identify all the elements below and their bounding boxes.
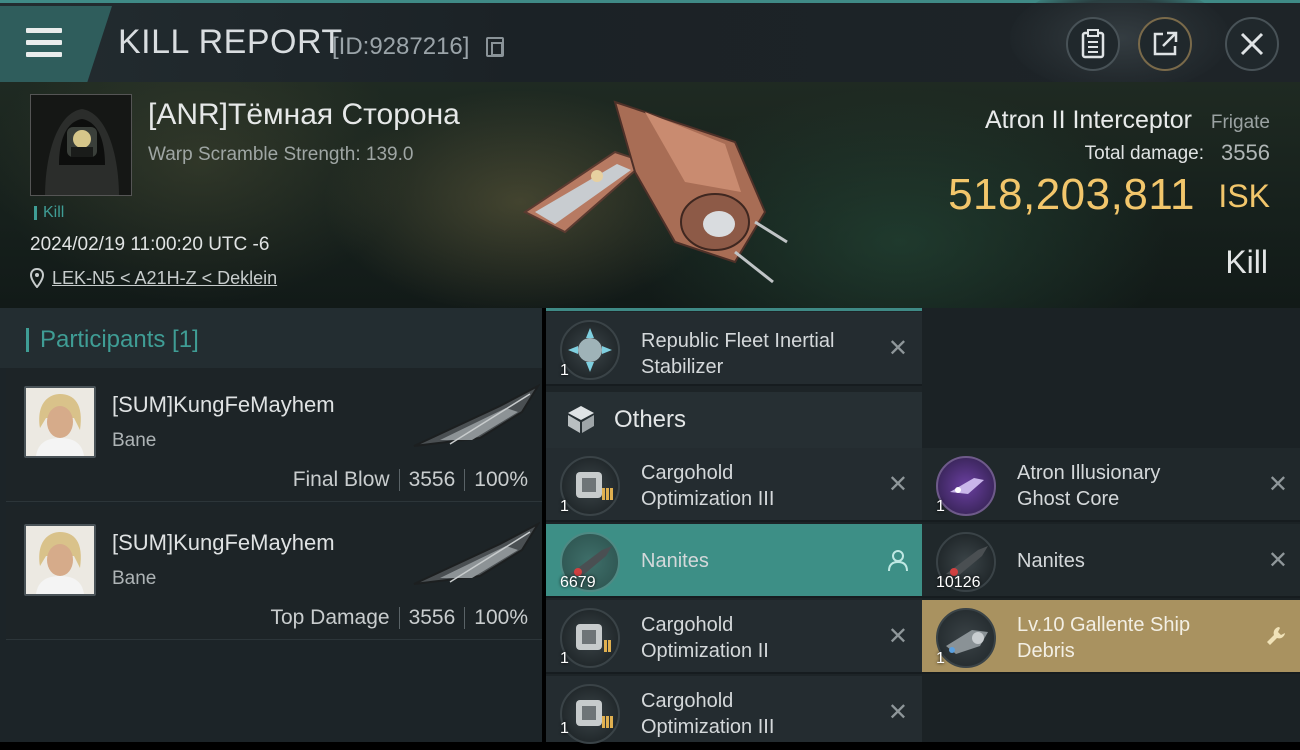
cargohold-optimization-icon [560, 608, 620, 668]
export-button[interactable] [1138, 17, 1192, 71]
victim-avatar[interactable] [30, 94, 132, 196]
item-quantity: 1 [560, 720, 569, 737]
total-damage-label: Total damage: [1084, 143, 1204, 164]
kill-result: Kill [1225, 244, 1268, 280]
item-quantity: 1 [936, 498, 945, 515]
destroyed-icon: ✕ [887, 623, 908, 650]
item-row[interactable]: 10126 Nanites ✕ [922, 524, 1300, 598]
kill-tag: Kill [34, 205, 64, 221]
item-quantity: 1 [560, 498, 569, 515]
participant-stats: Final Blow 3556 100% [293, 468, 528, 492]
page-title: KILL REPORT [118, 23, 343, 61]
destroyed-icon: ✕ [1267, 547, 1288, 574]
hooded-pilot-portrait [31, 95, 131, 195]
copy-id-icon[interactable] [486, 37, 504, 57]
item-quantity: 1 [560, 650, 569, 667]
participants-header-bar [26, 328, 29, 352]
item-name: Atron Illusionary Ghost Core [1017, 462, 1161, 510]
participants-panel: Participants [1] [SUM]KungFeMayhem Bane … [0, 308, 542, 742]
item-row-selected[interactable]: 6679 Nanites [546, 524, 922, 598]
participant-name[interactable]: [SUM]KungFeMayhem [112, 530, 335, 556]
item-name: Nanites [1017, 550, 1085, 572]
participant-avatar[interactable] [24, 386, 96, 458]
others-label: Others [614, 406, 687, 433]
location-pin-icon [30, 268, 44, 288]
destroyed-icon: ✕ [887, 471, 908, 498]
victim-name[interactable]: [ANR]Тёмная Сторона [148, 98, 460, 132]
person-icon [888, 550, 908, 572]
clipboard-button[interactable] [1066, 17, 1120, 71]
wrench-icon [1267, 627, 1285, 645]
item-name: Cargohold Optimization III [641, 690, 775, 738]
bane-ship-icon [413, 521, 540, 585]
destroyed-icon: ✕ [887, 335, 908, 362]
isk-unit: ISK [1218, 178, 1270, 214]
item-row-salvage[interactable]: 1 Lv.10 Gallente Ship Debris [922, 600, 1300, 674]
ship-class: Frigate [1210, 112, 1270, 133]
inertial-stabilizer-icon [560, 320, 620, 380]
total-damage-value: 3556 [1221, 140, 1270, 165]
close-icon [1240, 32, 1264, 56]
item-quantity: 10126 [936, 574, 981, 591]
participants-label: Participants [1] [40, 326, 199, 353]
participant-ship: Bane [112, 568, 157, 589]
participant-role: Final Blow [292, 468, 390, 491]
top-bar: KILL REPORT [ID:9287216] [0, 0, 1300, 93]
participant-row[interactable]: [SUM]KungFeMayhem Bane Top Damage 3556 100… [6, 506, 542, 640]
isk-value: 518,203,811 [948, 170, 1195, 219]
export-icon [1153, 31, 1178, 56]
menu-tab[interactable] [0, 6, 112, 82]
participant-ship: Bane [112, 430, 157, 451]
item-name: Cargohold Optimization III [641, 462, 775, 510]
participant-name[interactable]: [SUM]KungFeMayhem [112, 392, 335, 418]
item-row[interactable]: 1 Atron Illusionary Ghost Core ✕ [922, 448, 1300, 522]
participant-damage: 3556 [408, 606, 456, 629]
others-section-header: Others [546, 392, 922, 448]
participant-percent: 100% [474, 468, 528, 491]
participant-role: Top Damage [270, 606, 390, 629]
ship-render [523, 100, 788, 284]
cube-icon [568, 406, 594, 433]
menu-icon[interactable] [26, 28, 62, 58]
item-quantity: 1 [560, 362, 569, 379]
item-name: Republic Fleet Inertial Stabilizer [641, 330, 835, 378]
ship-name[interactable]: Atron II Interceptor [985, 106, 1192, 135]
blond-pilot-portrait [26, 526, 94, 594]
report-id: [ID:9287216] [332, 33, 470, 60]
kill-summary: [ANR]Тёмная Сторона Warp Scramble Streng… [0, 82, 1300, 308]
bane-ship-icon [413, 383, 540, 447]
item-row[interactable]: 1 Cargohold Optimization III ✕ [546, 676, 922, 744]
participant-percent: 100% [474, 606, 528, 629]
participant-damage: 3556 [408, 468, 456, 491]
item-row[interactable]: 1 Republic Fleet Inertial Stabilizer ✕ [546, 312, 922, 386]
participants-header: Participants [1] [0, 308, 542, 368]
kill-timestamp: 2024/02/19 11:00:20 UTC -6 [30, 234, 270, 255]
destroyed-icon: ✕ [1267, 471, 1288, 498]
item-name: Lv.10 Gallente Ship Debris [1017, 614, 1191, 662]
clipboard-icon [1081, 29, 1105, 59]
cargohold-optimization-icon [560, 684, 620, 744]
location-link[interactable]: LEK-N5 < A21H-Z < Deklein [52, 268, 277, 289]
participant-avatar[interactable] [24, 524, 96, 596]
warp-scramble-strength: Warp Scramble Strength: 139.0 [148, 144, 414, 165]
ghost-core-icon [936, 456, 996, 516]
item-name: Nanites [641, 550, 709, 572]
decorative-disc [1010, 0, 1230, 93]
item-name: Cargohold Optimization II [641, 614, 769, 662]
cargohold-optimization-icon [560, 456, 620, 516]
close-button[interactable] [1225, 17, 1279, 71]
destroyed-icon: ✕ [887, 699, 908, 726]
participant-stats: Top Damage 3556 100% [270, 606, 528, 630]
section-divider [546, 308, 922, 311]
participant-row[interactable]: [SUM]KungFeMayhem Bane Final Blow 3556 100… [6, 368, 542, 502]
blond-pilot-portrait [26, 388, 94, 456]
item-row[interactable]: 1 Cargohold Optimization III ✕ [546, 448, 922, 522]
item-quantity: 1 [936, 650, 945, 667]
item-quantity: 6679 [560, 574, 596, 591]
ship-debris-icon [936, 608, 996, 668]
item-row[interactable]: 1 Cargohold Optimization II ✕ [546, 600, 922, 674]
